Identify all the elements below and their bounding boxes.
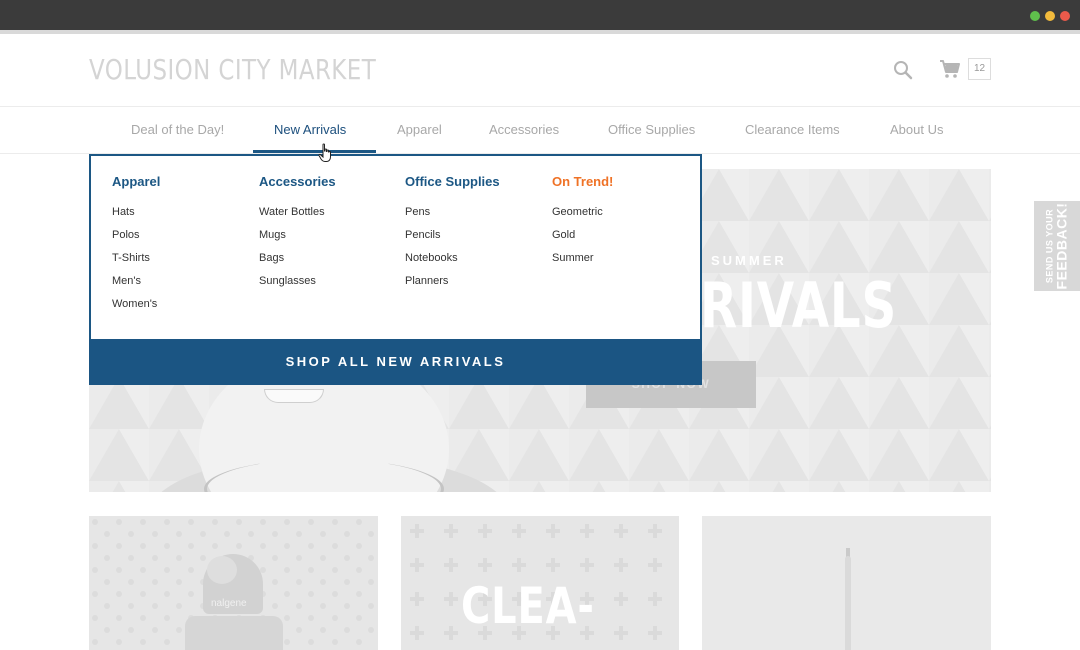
nav-item-new-arrivals[interactable]: New Arrivals	[274, 122, 346, 137]
feedback-line-2: FEEDBACK!	[1053, 202, 1070, 290]
search-icon[interactable]	[892, 59, 914, 81]
clearance-tile-title: CLEA-	[461, 577, 595, 635]
mega-menu-link-hats[interactable]: Hats	[112, 205, 160, 228]
mega-menu-link-sunglasses[interactable]: Sunglasses	[259, 274, 336, 297]
mega-menu-list-accessories: Water Bottles Mugs Bags Sunglasses	[259, 205, 336, 297]
mega-menu-link-geometric[interactable]: Geometric	[552, 205, 613, 228]
hero-title: RIVALS	[700, 269, 898, 342]
mega-menu-list-apparel: Hats Polos T-Shirts Men's Women's	[112, 205, 160, 320]
hero-eyebrow: SUMMER	[711, 253, 787, 268]
mega-menu-link-mens[interactable]: Men's	[112, 274, 160, 297]
mega-menu-column-accessories: Accessories Water Bottles Mugs Bags Sung…	[259, 174, 336, 297]
mega-menu-link-polos[interactable]: Polos	[112, 228, 160, 251]
new-arrivals-mega-menu: Apparel Hats Polos T-Shirts Men's Women'…	[89, 154, 702, 385]
nav-item-office-supplies[interactable]: Office Supplies	[608, 122, 695, 137]
window-maximize-button[interactable]	[1030, 11, 1040, 21]
window-close-button[interactable]	[1060, 11, 1070, 21]
main-navigation: Deal of the Day! New Arrivals Apparel Ac…	[0, 107, 1080, 154]
mega-menu-link-pens[interactable]: Pens	[405, 205, 500, 228]
mega-menu-link-notebooks[interactable]: Notebooks	[405, 251, 500, 274]
feedback-tab[interactable]: SEND US YOUR FEEDBACK!	[1034, 201, 1080, 291]
window-minimize-button[interactable]	[1045, 11, 1055, 21]
mega-menu-link-pencils[interactable]: Pencils	[405, 228, 500, 251]
tile-office-supplies[interactable]	[702, 516, 991, 650]
mega-menu-list-on-trend: Geometric Gold Summer	[552, 205, 613, 274]
nav-item-about-us[interactable]: About Us	[890, 122, 943, 137]
mega-menu-heading-apparel[interactable]: Apparel	[112, 174, 160, 189]
mega-menu-heading-office-supplies[interactable]: Office Supplies	[405, 174, 500, 189]
nav-item-accessories[interactable]: Accessories	[489, 122, 559, 137]
mega-menu-link-womens[interactable]: Women's	[112, 297, 160, 320]
browser-titlebar	[0, 0, 1080, 30]
tile-water-bottle[interactable]: nalgene	[89, 516, 378, 650]
cart-icon[interactable]	[938, 58, 962, 80]
mega-menu-link-bags[interactable]: Bags	[259, 251, 336, 274]
mega-menu-column-apparel: Apparel Hats Polos T-Shirts Men's Women'…	[112, 174, 160, 320]
hand-pointer-icon	[318, 143, 331, 162]
mega-menu-column-on-trend: On Trend! Geometric Gold Summer	[552, 174, 613, 274]
bottle-cap	[207, 556, 237, 584]
mega-menu-column-office-supplies: Office Supplies Pens Pencils Notebooks P…	[405, 174, 500, 297]
nav-item-apparel[interactable]: Apparel	[397, 122, 442, 137]
mega-menu-list-office-supplies: Pens Pencils Notebooks Planners	[405, 205, 500, 297]
mega-menu-link-planners[interactable]: Planners	[405, 274, 500, 297]
mega-menu-link-t-shirts[interactable]: T-Shirts	[112, 251, 160, 274]
active-nav-indicator	[253, 150, 376, 153]
bottle-brand-label: nalgene	[211, 598, 247, 609]
hero-model-smile	[264, 389, 324, 403]
mega-menu-link-summer[interactable]: Summer	[552, 251, 613, 274]
site-logo[interactable]: VOLUSION CITY MARKET	[89, 53, 376, 86]
site-header: VOLUSION CITY MARKET 12	[0, 34, 1080, 107]
cart-count-badge[interactable]: 12	[968, 58, 991, 80]
mega-menu-link-water-bottles[interactable]: Water Bottles	[259, 205, 336, 228]
pen-illustration	[845, 556, 851, 650]
bottle-body	[185, 616, 283, 650]
mega-menu-link-mugs[interactable]: Mugs	[259, 228, 336, 251]
shop-all-new-arrivals-button[interactable]: SHOP ALL NEW ARRIVALS	[89, 339, 702, 385]
tile-clearance[interactable]: CLEA-	[401, 516, 679, 650]
nav-item-deal-of-the-day[interactable]: Deal of the Day!	[131, 122, 224, 137]
mega-menu-heading-on-trend[interactable]: On Trend!	[552, 174, 613, 189]
mega-menu-link-gold[interactable]: Gold	[552, 228, 613, 251]
feedback-tab-text: SEND US YOUR FEEDBACK!	[1045, 203, 1070, 290]
nav-item-clearance-items[interactable]: Clearance Items	[745, 122, 840, 137]
mega-menu-heading-accessories[interactable]: Accessories	[259, 174, 336, 189]
